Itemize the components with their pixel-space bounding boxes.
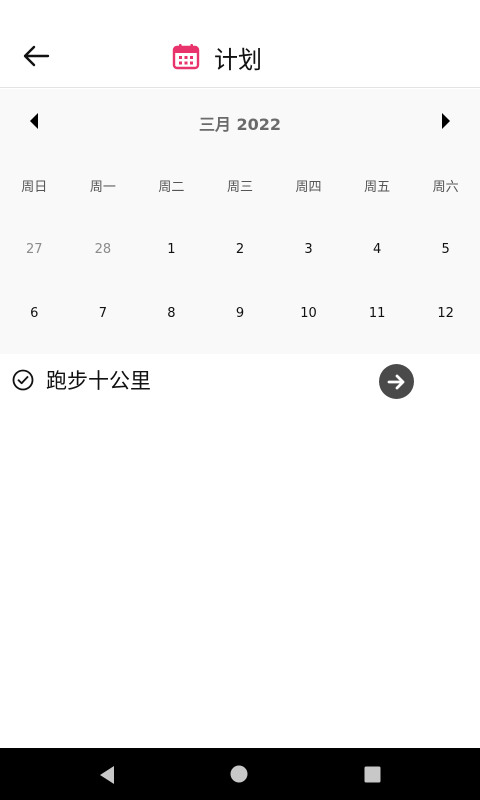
weekday-label: 周六 — [432, 179, 459, 195]
nav-back-triangle-icon[interactable] — [96, 764, 118, 786]
calendar-day[interactable]: 10 — [274, 306, 343, 321]
check-circle-icon — [12, 369, 34, 391]
calendar-day[interactable]: 1 — [137, 242, 206, 257]
calendar-day[interactable]: 3 — [274, 242, 343, 257]
calendar-day[interactable]: 11 — [343, 306, 412, 321]
task-title: 跑步十公里 — [46, 369, 151, 393]
next-month-button[interactable] — [426, 103, 466, 139]
calendar-day[interactable]: 27 — [0, 242, 69, 257]
calendar-day[interactable]: 9 — [206, 306, 275, 321]
calendar-header: 三月 2022 — [0, 89, 480, 153]
arrow-left-icon — [23, 45, 50, 67]
triangle-right-icon — [442, 113, 450, 129]
month-label: 三月 2022 — [198, 115, 282, 134]
page-title: 计划 — [214, 45, 262, 74]
nav-recent-square-icon[interactable] — [364, 766, 381, 783]
calendar-day[interactable]: 8 — [137, 306, 206, 321]
weekday-header-row: 周日 周一 周二 周三 周四 周五 周六 — [0, 153, 480, 217]
weekday-label: 周一 — [89, 179, 116, 195]
calendar-day[interactable]: 7 — [69, 306, 138, 321]
page-title-group: 计划 — [172, 40, 262, 74]
weekday-label: 周日 — [21, 179, 48, 195]
arrow-right-circle-icon — [387, 374, 404, 389]
calendar-day[interactable]: 12 — [411, 306, 480, 321]
calendar-day[interactable]: 6 — [0, 306, 69, 321]
app-bar: 计划 — [0, 0, 480, 88]
back-button[interactable] — [14, 38, 58, 74]
weekday-label: 周五 — [364, 179, 391, 195]
week-row: 27 28 1 2 3 4 5 — [0, 217, 480, 281]
week-row: 6 7 8 9 10 11 12 — [0, 281, 480, 345]
nav-home-circle-icon[interactable] — [230, 765, 248, 783]
task-item[interactable]: 跑步十公里 — [0, 356, 480, 404]
open-task-button[interactable] — [379, 364, 414, 399]
calendar-day[interactable]: 2 — [206, 242, 275, 257]
weekday-label: 周四 — [295, 179, 322, 195]
month-calendar: 三月 2022 周日 周一 周二 周三 周四 周五 周六 27 28 1 2 3… — [0, 89, 480, 354]
calendar-day[interactable]: 5 — [411, 242, 480, 257]
weekday-label: 周二 — [158, 179, 185, 195]
system-navigation-bar — [0, 748, 480, 800]
weekday-label: 周三 — [226, 179, 253, 195]
calendar-day[interactable]: 28 — [69, 242, 138, 257]
calendar-icon — [172, 44, 200, 70]
calendar-day[interactable]: 4 — [343, 242, 412, 257]
